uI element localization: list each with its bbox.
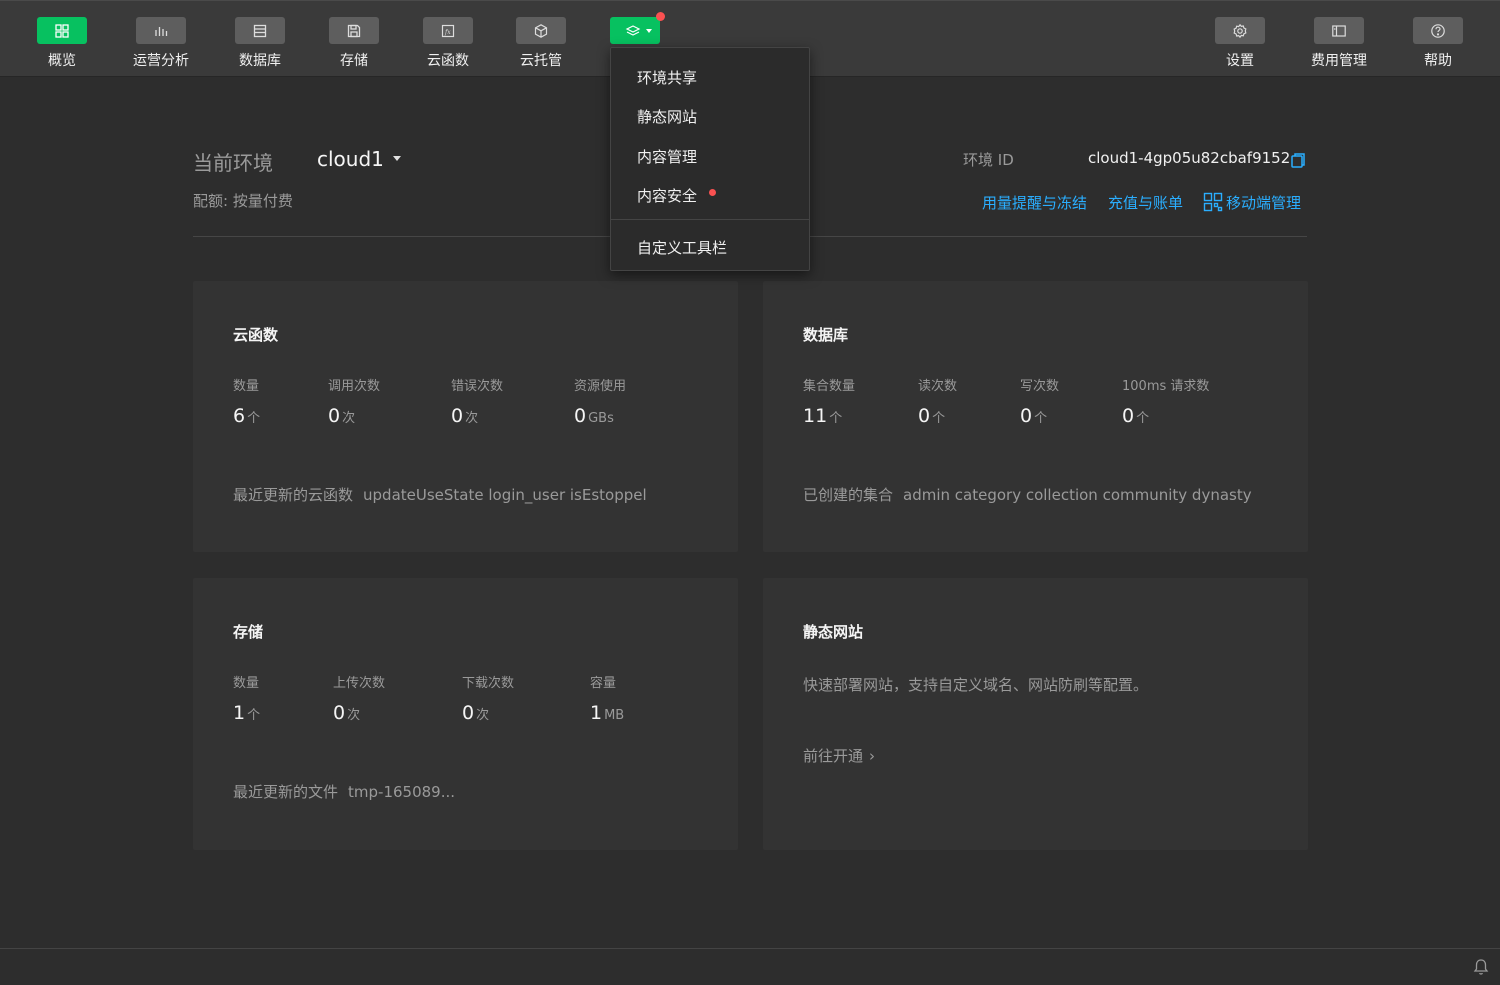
toolbar-storage-button[interactable]: 存储 [309, 17, 399, 73]
layers-icon [610, 12, 665, 44]
toolbar-item-label: 费用管理 [1311, 53, 1367, 69]
stat-label: 下载次数 [462, 676, 515, 691]
stat-value: 0 GBs [574, 405, 614, 427]
created-collections: 已创建的集合 admin category collection communit… [803, 486, 1252, 504]
toolbar-functions-button[interactable]: fx 云函数 [403, 17, 493, 73]
billing-icon [1314, 17, 1364, 44]
mobile-management-link[interactable]: 移动端管理 [1226, 192, 1301, 213]
stat-value: 0次 [462, 702, 490, 724]
qrcode-icon[interactable] [1203, 192, 1223, 212]
box-icon [516, 17, 566, 44]
stat-value: 0次 [451, 405, 479, 427]
card-title: 数据库 [803, 326, 849, 344]
notification-dot [709, 189, 716, 196]
stat-value: 0个 [918, 405, 946, 427]
env-id-label: 环境 ID [963, 151, 1014, 169]
recent-files: 最近更新的文件 tmp-165089... [233, 783, 456, 801]
copy-icon[interactable] [1288, 151, 1306, 169]
recent-functions: 最近更新的云函数 updateUseState login_user isEsto… [233, 486, 647, 504]
stat-value: 0次 [333, 702, 361, 724]
stat-label: 上传次数 [333, 676, 386, 691]
menu-item-env-share[interactable]: 环境共享 [637, 67, 697, 88]
toolbar-analytics-button[interactable]: 运营分析 [116, 17, 206, 73]
stat-value: 1 MB [590, 702, 625, 724]
more-dropdown-menu: 环境共享 静态网站 内容管理 内容安全 自定义工具栏 [610, 47, 810, 271]
stat-label: 资源使用 [574, 379, 627, 394]
stat-value: 0个 [1020, 405, 1048, 427]
stat-value: 0个 [1122, 405, 1150, 427]
bar-chart-icon [136, 17, 186, 44]
recharge-billing-link[interactable]: 充值与账单 [1108, 192, 1183, 213]
card-title: 云函数 [233, 326, 279, 344]
static-site-description: 快速部署网站，支持自定义域名、网站防刷等配置。 [803, 676, 1149, 694]
menu-item-content-security[interactable]: 内容安全 [637, 185, 697, 206]
stat-value: 1个 [233, 702, 261, 724]
toolbar-item-label: 云函数 [427, 53, 469, 69]
stat-label: 错误次数 [451, 379, 504, 394]
toolbar-item-label: 数据库 [239, 53, 281, 69]
env-id-value: cloud1-4gp05u82cbaf9152 [1088, 149, 1291, 167]
help-icon [1413, 17, 1463, 44]
stat-label: 数量 [233, 379, 260, 394]
stat-label: 集合数量 [803, 379, 856, 394]
env-title: 当前环境 [193, 151, 273, 175]
database-card: 数据库 集合数量 读次数 写次数 100ms 请求数 11 个 0个 0个 0个 … [763, 281, 1308, 552]
toolbar-item-label: 运营分析 [133, 53, 189, 69]
notification-dot [656, 12, 665, 21]
stat-label: 调用次数 [328, 379, 381, 394]
toolbar-help-button[interactable]: 帮助 [1393, 17, 1483, 73]
enable-static-site-link[interactable]: 前往开通 › [803, 745, 875, 766]
chevron-right-icon: › [869, 747, 876, 765]
toolbar-overview-button[interactable]: 概览 [17, 17, 107, 73]
chevron-down-icon [646, 29, 652, 33]
grid-icon [37, 17, 87, 44]
stat-label: 100ms 请求数 [1122, 379, 1210, 394]
card-title: 存储 [233, 623, 264, 641]
toolbar-database-button[interactable]: 数据库 [215, 17, 305, 73]
stat-value: 6个 [233, 405, 261, 427]
usage-alert-link[interactable]: 用量提醒与冻结 [982, 192, 1087, 213]
storage-card: 存储 数量 上传次数 下载次数 容量 1个 0次 0次 1 MB 最近更新的文件 t… [193, 578, 738, 850]
env-selector[interactable]: cloud1 [317, 147, 384, 171]
chevron-down-icon[interactable] [393, 156, 401, 161]
toolbar-settings-button[interactable]: 设置 [1195, 17, 1285, 73]
database-icon [235, 17, 285, 44]
bottom-status-bar [0, 948, 1500, 985]
bell-icon[interactable] [1472, 958, 1490, 976]
static-site-card: 静态网站 快速部署网站，支持自定义域名、网站防刷等配置。 前往开通 › [763, 578, 1308, 850]
function-icon: fx [423, 17, 473, 44]
toolbar-cloudrun-button[interactable]: 云托管 [496, 17, 586, 73]
stat-label: 数量 [233, 676, 260, 691]
toolbar-item-label: 存储 [340, 53, 368, 69]
stat-label: 写次数 [1020, 379, 1060, 394]
toolbar-billing-button[interactable]: 费用管理 [1294, 17, 1384, 73]
stat-label: 容量 [590, 676, 617, 691]
functions-card: 云函数 数量 调用次数 错误次数 资源使用 6个 0次 0次 0 GBs 最近更新… [193, 281, 738, 552]
stat-label: 读次数 [918, 379, 958, 394]
menu-item-static-site[interactable]: 静态网站 [637, 106, 697, 127]
toolbar-item-label: 云托管 [520, 53, 562, 69]
stat-value: 11 个 [803, 405, 843, 427]
toolbar-item-label: 概览 [48, 53, 76, 69]
toolbar-item-label: 帮助 [1424, 53, 1452, 69]
quota-text: 配额: 按量付费 [193, 192, 293, 210]
menu-item-customize-toolbar[interactable]: 自定义工具栏 [637, 237, 727, 258]
svg-text:fx: fx [444, 29, 451, 36]
save-icon [329, 17, 379, 44]
card-title: 静态网站 [803, 623, 864, 641]
toolbar-item-label: 设置 [1226, 53, 1254, 69]
stat-value: 0次 [328, 405, 356, 427]
gear-icon [1215, 17, 1265, 44]
menu-item-content-management[interactable]: 内容管理 [637, 146, 697, 167]
menu-divider [611, 219, 809, 220]
